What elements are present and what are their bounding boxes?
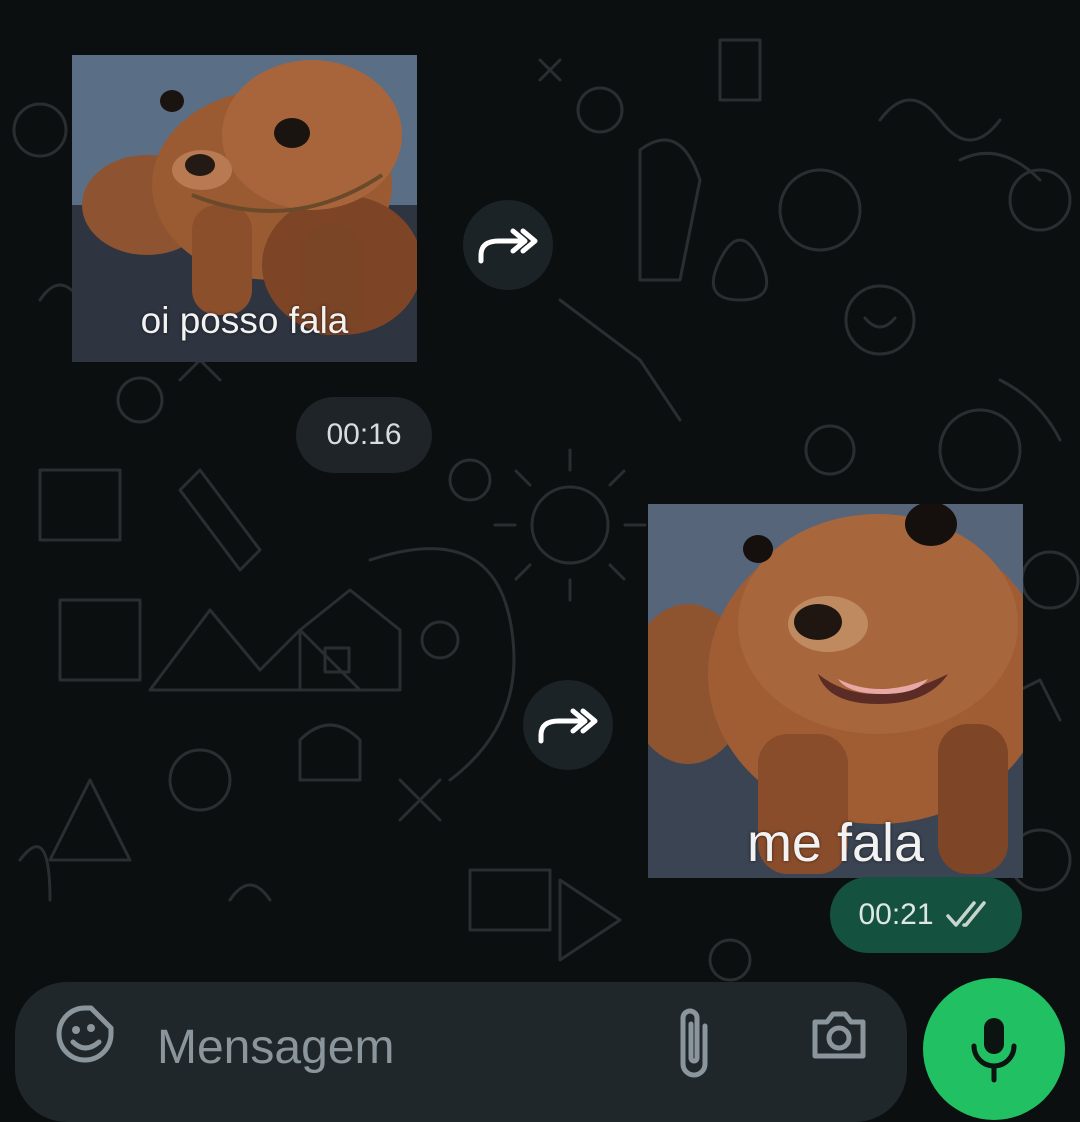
forward-icon <box>538 708 598 744</box>
message-input[interactable]: Mensagem <box>157 1020 394 1075</box>
incoming-sticker[interactable]: oi posso fala <box>72 55 417 362</box>
sticker-caption: me fala <box>746 813 925 873</box>
voice-record-button[interactable] <box>923 978 1065 1120</box>
microphone-icon <box>971 1018 1017 1083</box>
message-composer[interactable]: Mensagem <box>15 982 907 1122</box>
outgoing-sticker[interactable]: me fala <box>648 504 1023 878</box>
sticker-icon[interactable] <box>53 1002 117 1066</box>
double-check-icon <box>945 901 986 927</box>
paperclip-icon[interactable] <box>671 1002 717 1082</box>
forward-icon <box>478 228 538 264</box>
timestamp-text: 00:16 <box>326 418 402 451</box>
forward-button[interactable] <box>463 200 553 290</box>
camera-icon[interactable] <box>807 1002 871 1066</box>
timestamp-text: 00:21 <box>858 898 934 931</box>
message-timestamp: 00:16 <box>296 397 432 473</box>
sticker-caption: oi posso fala <box>140 300 349 341</box>
message-timestamp: 00:21 <box>830 877 1022 953</box>
forward-button[interactable] <box>523 680 613 770</box>
